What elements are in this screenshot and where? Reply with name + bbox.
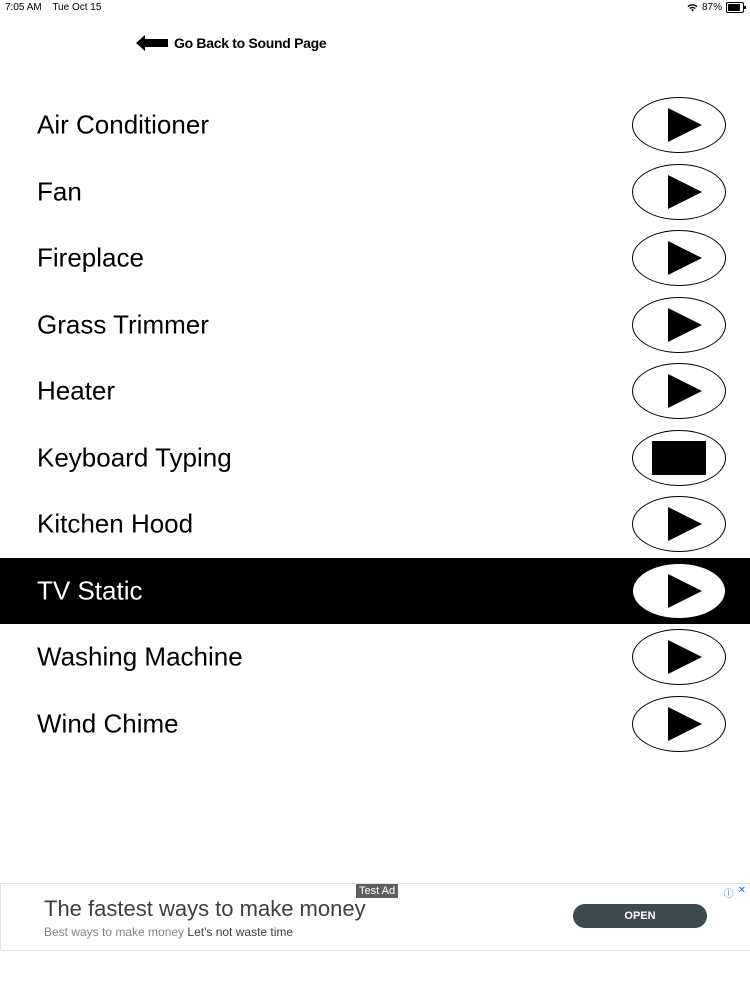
ad-banner[interactable]: Test Ad ⓘ ✕ The fastest ways to make mon… (0, 883, 750, 951)
play-button[interactable] (632, 562, 726, 619)
go-back-label: Go Back to Sound Page (174, 35, 327, 51)
sound-list-screen: 7:05 AM Tue Oct 15 87% Go Back to Sound … (0, 0, 750, 1000)
sound-label: Wind Chime (37, 708, 179, 739)
play-icon (668, 507, 702, 542)
battery-level (728, 4, 741, 11)
ad-subtitle-prefix: Best ways to make money (44, 925, 185, 939)
ad-title[interactable]: The fastest ways to make money (44, 896, 366, 922)
sound-label: Grass Trimmer (37, 309, 209, 340)
ad-close-icon[interactable]: ✕ (738, 885, 746, 900)
wifi-icon (687, 3, 698, 11)
play-button[interactable] (632, 695, 726, 752)
ad-subtitle-suffix: Let's not waste time (187, 925, 294, 939)
sound-list: Air Conditioner Fan Fireplace Grass Trimmer… (0, 92, 750, 757)
play-icon (668, 108, 702, 143)
status-date: Tue Oct 15 (52, 2, 102, 13)
play-icon (668, 374, 702, 409)
sound-label: TV Static (37, 575, 143, 606)
go-back-button[interactable]: Go Back to Sound Page (136, 34, 327, 52)
ad-subtitle: Best ways to make money Let's not waste … (44, 925, 293, 939)
play-icon (668, 307, 702, 342)
status-bar: 7:05 AM Tue Oct 15 87% (0, 0, 750, 16)
ad-choices[interactable]: ⓘ ✕ (724, 885, 746, 900)
sound-row[interactable]: Grass Trimmer (0, 291, 750, 358)
status-left: 7:05 AM Tue Oct 15 (5, 2, 109, 13)
sound-label: Washing Machine (37, 641, 243, 672)
back-arrow-icon (136, 35, 168, 51)
sound-label: Air Conditioner (37, 109, 209, 140)
sound-label: Fan (37, 176, 82, 207)
stop-button[interactable] (632, 429, 726, 486)
sound-row[interactable]: Fan (0, 158, 750, 225)
sound-label: Kitchen Hood (37, 508, 194, 539)
battery-icon (726, 2, 746, 13)
play-button[interactable] (632, 230, 726, 287)
status-time: 7:05 AM (5, 2, 42, 13)
battery-percent: 87% (701, 2, 722, 13)
sound-row[interactable]: Kitchen Hood (0, 491, 750, 558)
status-right: 87% (687, 2, 746, 13)
ad-open-button[interactable]: OPEN (573, 904, 707, 928)
play-button[interactable] (632, 163, 726, 220)
play-icon (668, 241, 702, 276)
play-icon (668, 640, 702, 675)
sound-row[interactable]: Keyboard Typing (0, 424, 750, 491)
sound-row[interactable]: Fireplace (0, 225, 750, 292)
sound-row[interactable]: Washing Machine (0, 624, 750, 691)
play-button[interactable] (632, 97, 726, 154)
play-icon (668, 174, 702, 209)
play-icon (668, 573, 702, 608)
sound-row[interactable]: TV Static (0, 557, 750, 624)
ad-info-icon[interactable]: ⓘ (724, 885, 734, 900)
play-button[interactable] (632, 296, 726, 353)
play-button[interactable] (632, 363, 726, 420)
play-button[interactable] (632, 496, 726, 553)
sound-label: Heater (37, 375, 116, 406)
stop-icon (652, 440, 706, 475)
sound-label: Fireplace (37, 242, 144, 273)
sound-row[interactable]: Wind Chime (0, 690, 750, 757)
play-icon (668, 706, 702, 741)
sound-label: Keyboard Typing (37, 442, 232, 473)
sound-row[interactable]: Heater (0, 358, 750, 425)
sound-row[interactable]: Air Conditioner (0, 92, 750, 159)
play-button[interactable] (632, 629, 726, 686)
